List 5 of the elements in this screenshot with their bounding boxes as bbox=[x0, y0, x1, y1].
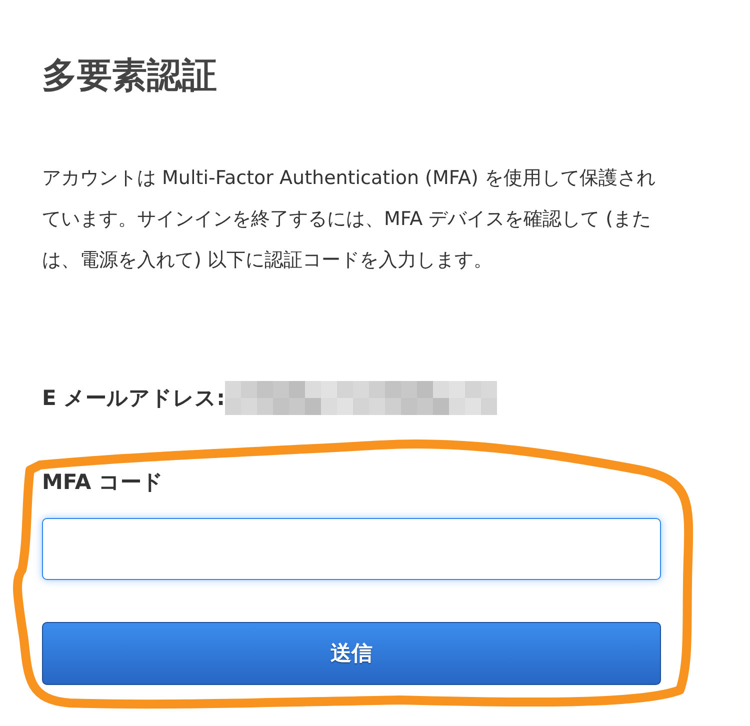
submit-button[interactable]: 送信 bbox=[42, 622, 661, 685]
mfa-code-label: MFA コード bbox=[42, 469, 164, 496]
description-text: アカウントは Multi-Factor Authentication (MFA) を使用して保護されています。サインインを終了するには、MFA デバイスを確認して (または、電源を入れて) 以下に認証コードを入力します。 bbox=[42, 166, 656, 273]
email-label: E メールアドレス: bbox=[42, 385, 226, 412]
page-title: 多要素認証 bbox=[42, 55, 218, 98]
